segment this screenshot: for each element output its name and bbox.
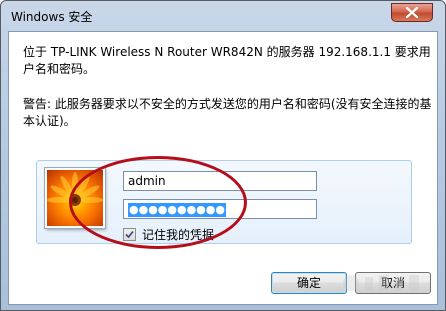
watermark-logo — [343, 275, 419, 291]
auth-message: 位于 TP-LINK Wireless N Router WR842N 的服务器… — [23, 45, 431, 76]
ok-button[interactable]: 确定 — [271, 272, 347, 294]
title-bar[interactable]: Windows 安全 — [1, 1, 445, 31]
close-icon — [405, 7, 419, 18]
red-highlight-circle — [69, 156, 247, 249]
window-title: Windows 安全 — [11, 10, 93, 24]
dialog-content: 位于 TP-LINK Wireless N Router WR842N 的服务器… — [8, 31, 438, 305]
security-warning: 警告: 此服务器要求以不安全的方式发送您的用户名和密码(没有安全连接的基本认证)… — [23, 97, 432, 128]
close-button[interactable] — [391, 3, 433, 22]
security-dialog-window: Windows 安全 位于 TP-LINK Wireless N Router … — [0, 0, 446, 311]
